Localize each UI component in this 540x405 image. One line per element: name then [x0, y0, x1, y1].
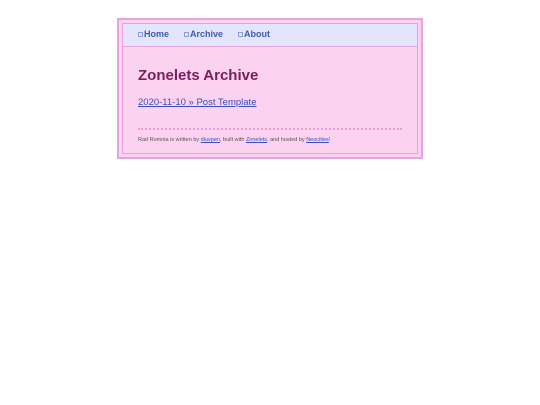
divider: [138, 128, 402, 130]
footer: Rad Romnia is written by diuvpen, built …: [138, 137, 330, 143]
zonelets-link[interactable]: Zonelets: [246, 137, 267, 143]
home-icon: [138, 31, 143, 37]
page-container: Home Archive About Zonelets Archive 2020…: [117, 18, 423, 159]
nav-archive-label: Archive: [190, 29, 224, 39]
nav-link-about[interactable]: About: [238, 29, 270, 39]
post-link[interactable]: 2020-11-10 » Post Template: [138, 97, 256, 108]
top-nav: Home Archive About: [123, 24, 417, 47]
content-box: Home Archive About Zonelets Archive 2020…: [122, 23, 418, 154]
nav-link-archive[interactable]: Archive: [184, 29, 223, 39]
nav-about-label: About: [244, 29, 270, 39]
nav-link-home[interactable]: Home: [138, 29, 169, 39]
author-link[interactable]: diuvpen: [201, 137, 220, 143]
footer-text: !: [328, 137, 331, 143]
neocities-link[interactable]: Neocities: [306, 137, 329, 143]
nav-home-label: Home: [144, 29, 170, 39]
page-title: Zonelets Archive: [138, 67, 259, 84]
footer-text: , and hosted by: [267, 137, 307, 143]
footer-text: Rad Romnia is written by: [138, 137, 201, 143]
about-icon: [238, 31, 243, 37]
archive-icon: [184, 31, 189, 37]
footer-text: , built with: [219, 137, 246, 143]
